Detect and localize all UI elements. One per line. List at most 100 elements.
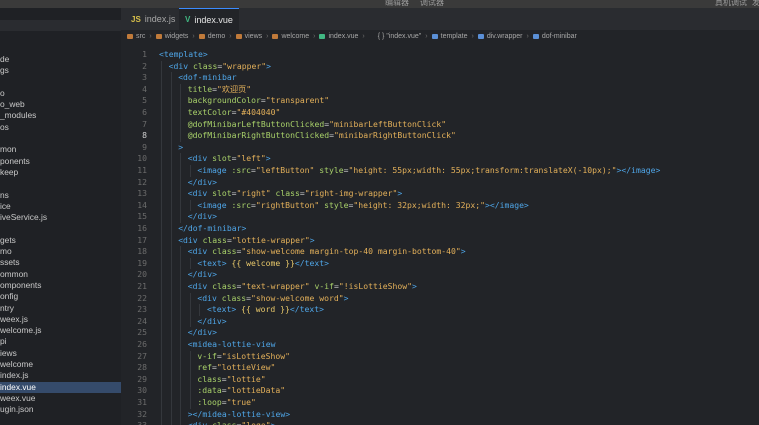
code-line[interactable]: 22 <div class="show-welcome word"> [121,292,759,305]
line-number: 33 [121,420,147,425]
file-tree-item[interactable]: ns [0,190,121,201]
code-token: > [265,153,271,164]
breadcrumb-item[interactable]: { } "index.vue" [368,33,421,40]
file-tree-item[interactable]: welcome.js [0,325,121,336]
breadcrumb-item[interactable]: index.vue [319,33,358,40]
file-tree-item[interactable]: weex.js [0,314,121,325]
file-tree-item[interactable]: _modules [0,110,121,121]
code-line[interactable]: 25 </div> [121,327,759,339]
file-tree-item[interactable]: index.js [0,370,121,381]
file-tree-item[interactable]: de [0,54,121,65]
breadcrumb-item[interactable]: div.wrapper [477,33,523,40]
code-line[interactable]: 8 @dofMinibarRightButtonClicked="minibarR… [121,130,759,142]
code-line[interactable]: 32 ></midea-lottie-view> [121,408,759,421]
code-line[interactable]: 23 <text> {{ word }}</text> [121,304,759,316]
code-line[interactable]: 18 <div class="show-welcome margin-top-40… [121,246,759,258]
file-tree-item[interactable]: index.vue [0,381,121,393]
code-line[interactable]: 16 </dof-minibar> [121,223,759,235]
file-tree-item[interactable] [0,31,121,42]
menu-debugger[interactable]: 调试器 [420,0,444,8]
file-tree-item[interactable]: ntry [0,303,121,314]
code-line[interactable]: 3 <dof-minibar [121,72,759,84]
menu-editor[interactable]: 编辑器 [385,0,409,8]
code-line[interactable]: 26 <midea-lottie-view [121,339,759,351]
menu-publish[interactable]: 发 [752,0,759,8]
code-line[interactable]: 24 </div> [121,315,759,328]
file-tree-item[interactable]: ommon [0,269,121,280]
code-line[interactable]: 20 </div> [121,269,759,281]
code-line[interactable]: 13 <div slot="right" class="right-img-wra… [121,188,759,200]
indent-guide [189,385,191,397]
indent-guide [170,107,172,119]
code-line[interactable]: 5 backgroundColor="transparent" [121,95,759,107]
code-line[interactable]: 1 <template> [121,49,759,61]
code-line[interactable]: 15 </div> [121,211,759,223]
indent-guide [189,362,191,374]
file-tree-item[interactable] [0,133,121,144]
file-tree-item[interactable]: iews [0,348,121,359]
code-line[interactable]: 17 <div class="lottie-wrapper"> [121,234,759,247]
code-line[interactable]: 7 @dofMinibarLeftButtonClicked="minibarLe… [121,118,759,131]
breadcrumb-label: index.vue [328,32,359,40]
tab-index-vue[interactable]: Vindex.vue [179,8,239,30]
indent-guide [170,257,172,270]
code-line[interactable]: 12 </div> [121,176,759,189]
breadcrumb-item[interactable]: dof-minibar [532,33,577,40]
file-tree-item[interactable]: mon [0,144,121,155]
file-tree-item[interactable] [0,20,121,31]
file-tree-item[interactable]: welcome [0,359,121,370]
breadcrumb-item[interactable]: demo [198,33,225,40]
breadcrumb-item[interactable]: widgets [155,33,188,40]
file-tree-item[interactable]: pi [0,336,121,347]
code-text: @dofMinibarRightButtonClicked="minibarRi… [188,130,456,142]
code-line[interactable]: 2 <div class="wrapper"> [121,60,759,73]
file-tree-item[interactable] [0,223,121,234]
indent-guide [189,315,191,328]
file-tree-item[interactable]: gets [0,235,121,246]
file-tree-item[interactable]: mo [0,246,121,257]
breadcrumb-item[interactable]: template [431,33,467,40]
code-line[interactable]: 10 <div slot="left"> [121,153,759,165]
file-tree-item[interactable] [0,77,121,88]
code-line[interactable]: 33 <div class="logo"> [121,420,759,425]
indent-guide [180,257,182,270]
code-line[interactable]: 27 v-if="isLottieShow" [121,350,759,363]
file-tree-item[interactable]: gs [0,65,121,76]
code-token: slot [212,153,232,164]
file-tree-item[interactable]: ugin.json [0,404,121,415]
file-tree-item[interactable]: os [0,122,121,133]
code-line[interactable]: 6 textColor="#404040" [121,107,759,119]
code-line[interactable]: 11 <image :src="leftButton" style="height… [121,165,759,177]
code-area[interactable]: 1 <template> 2 <div class="wrapper"> 3 <dof-m… [121,44,759,425]
file-tree-item[interactable]: keep [0,167,121,178]
code-line[interactable]: 30:data="lottieData" [121,385,759,397]
file-tree-item[interactable]: weex.vue [0,393,121,404]
breadcrumb-item[interactable]: views [235,33,262,40]
menu-device-debug[interactable]: 真机调试 [715,0,747,8]
code-line[interactable]: 31:loop="true" [121,397,759,409]
file-tree-item[interactable]: omponents [0,280,121,291]
file-tree-item[interactable] [0,43,121,54]
file-tree-item[interactable]: ponents [0,156,121,167]
indent-guide [170,223,172,235]
indent-guide [161,83,162,96]
code-line[interactable]: 4 title="欢迎页" [121,83,759,96]
file-tree-item[interactable]: ice [0,201,121,212]
code-token: class [202,234,227,245]
breadcrumb-item[interactable]: src [127,33,145,40]
code-line[interactable]: 21 <div class="text-wrapper" v-if="!isLot… [121,281,759,293]
file-tree-item[interactable]: iveService.js [0,212,121,223]
tab-label: index.js [144,14,176,24]
breadcrumb-item[interactable]: welcome [272,33,309,40]
file-tree-item[interactable]: ssets [0,257,121,268]
code-line[interactable]: 14 <image :src="rightButton" style="heigh… [121,199,759,212]
code-line[interactable]: 19 <text> {{ welcome }}</text> [121,257,759,270]
file-tree-item[interactable]: o [0,88,121,99]
code-line[interactable]: 9 > [121,141,759,154]
code-line[interactable]: 29 class="lottie" [121,373,759,386]
tab-index-js[interactable]: JS index.js [125,8,183,30]
code-line[interactable]: 28 ref="lottieView" [121,362,759,374]
file-tree-item[interactable] [0,178,121,189]
file-tree-item[interactable]: onfig [0,291,121,302]
file-tree-item[interactable]: o_web [0,99,121,110]
